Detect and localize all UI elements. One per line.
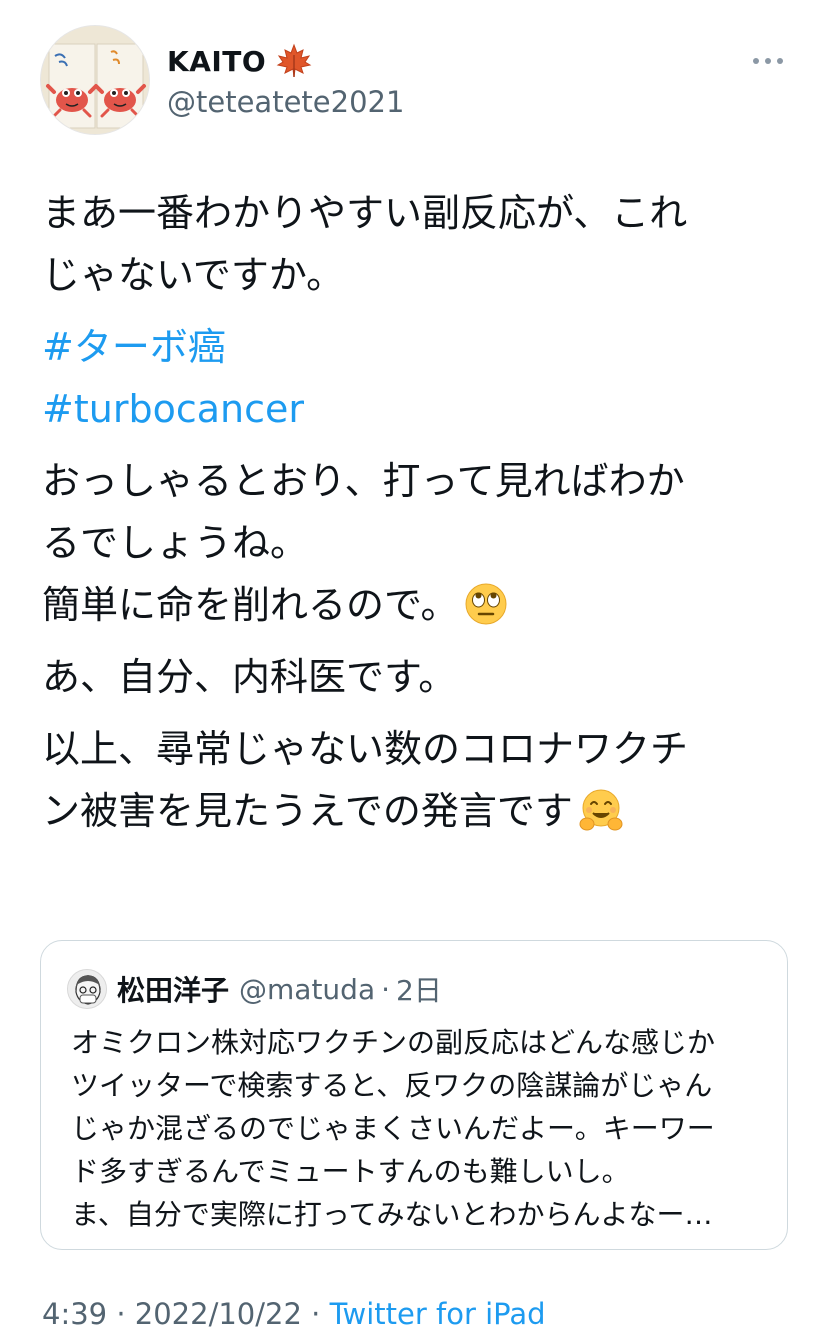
tweet-metadata: 4:39 · 2022/10/22 · Twitter for iPad xyxy=(42,1297,546,1331)
quoted-author-avatar xyxy=(67,969,107,1009)
quoted-tweet-header: 松田洋子 @matuda · 2日 xyxy=(67,969,442,1009)
tweet-time[interactable]: 4:39 xyxy=(42,1297,107,1331)
author-display-name[interactable]: KAITO xyxy=(167,45,266,78)
author-handle[interactable]: @teteatete2021 xyxy=(167,85,404,119)
text-line: 簡単に命を削れるので。 xyxy=(42,583,459,627)
tweet-paragraph-4: 以上、尋常じゃない数のコロナワクチ ン被害を見たうえでの発言です xyxy=(42,718,802,842)
quoted-text-line: ツイッターで検索すると、反ワクの陰謀論がじゃん xyxy=(71,1069,713,1102)
text-line: おっしゃるとおり、打って見ればわか xyxy=(42,459,685,503)
quoted-text-line: オミクロン株対応ワクチンの副反応はどんな感じか xyxy=(71,1026,716,1059)
hashtag-link[interactable]: #turbocancer xyxy=(42,378,802,440)
hashtag-list: #ターボ癌 #turbocancer xyxy=(42,316,802,440)
face-with-rolling-eyes-emoji xyxy=(464,582,508,626)
text-line: ン被害を見たうえでの発言です xyxy=(42,789,573,833)
tweet-text: まあ一番わかりやすい副反応が、これ じゃないですか。 #ターボ癌 #turboc… xyxy=(42,182,802,852)
quoted-author-handle: @matuda xyxy=(239,972,376,1006)
tweet-date[interactable]: 2022/10/22 xyxy=(135,1297,302,1331)
more-dots-icon xyxy=(753,58,783,64)
hugging-face-emoji xyxy=(579,788,623,832)
text-line: あ、自分、内科医です。 xyxy=(42,655,457,699)
maple-leaf-icon xyxy=(276,43,312,79)
separator-dot: · xyxy=(107,1297,135,1331)
tweet-paragraph-3: あ、自分、内科医です。 xyxy=(42,646,802,708)
author-name-row: KAITO xyxy=(167,43,312,79)
text-line: 以上、尋常じゃない数のコロナワクチ xyxy=(42,727,689,771)
text-line: るでしょうね。 xyxy=(42,521,309,565)
tweet-paragraph-2: おっしゃるとおり、打って見ればわか るでしょうね。 簡単に命を削れるので。 xyxy=(42,450,802,636)
quoted-tweet-time: 2日 xyxy=(396,974,442,1007)
quoted-text-line: ド多すぎるんでミュートすんのも難しいし。 xyxy=(71,1155,630,1188)
quoted-text-line: ま、自分で実際に打ってみないとわからんよなー… xyxy=(71,1198,713,1231)
quoted-author-name: 松田洋子 xyxy=(117,974,230,1007)
crab-drawing-icon xyxy=(41,26,149,134)
author-avatar[interactable] xyxy=(40,25,150,135)
separator-dot: · xyxy=(381,972,391,1006)
masked-face-sketch-icon xyxy=(68,970,106,1008)
quoted-tweet-text: オミクロン株対応ワクチンの副反応はどんな感じか ツイッターで検索すると、反ワクの… xyxy=(71,1021,771,1236)
quoted-text-line: じゃか混ざるのでじゃまくさいんだよー。キーワー xyxy=(71,1112,715,1145)
tweet-paragraph-1: まあ一番わかりやすい副反応が、これ じゃないですか。 xyxy=(42,182,802,306)
text-line: まあ一番わかりやすい副反応が、これ xyxy=(42,191,688,235)
more-options-button[interactable] xyxy=(748,53,788,67)
tweet-source-link[interactable]: Twitter for iPad xyxy=(330,1297,546,1331)
separator-dot: · xyxy=(301,1297,330,1331)
tweet-header: KAITO @teteatete2021 xyxy=(40,25,800,137)
quoted-tweet-card[interactable]: 松田洋子 @matuda · 2日 オミクロン株対応ワクチンの副反応はどんな感じ… xyxy=(40,940,788,1250)
text-line: じゃないですか。 xyxy=(42,253,345,297)
hashtag-link[interactable]: #ターボ癌 xyxy=(42,316,802,378)
